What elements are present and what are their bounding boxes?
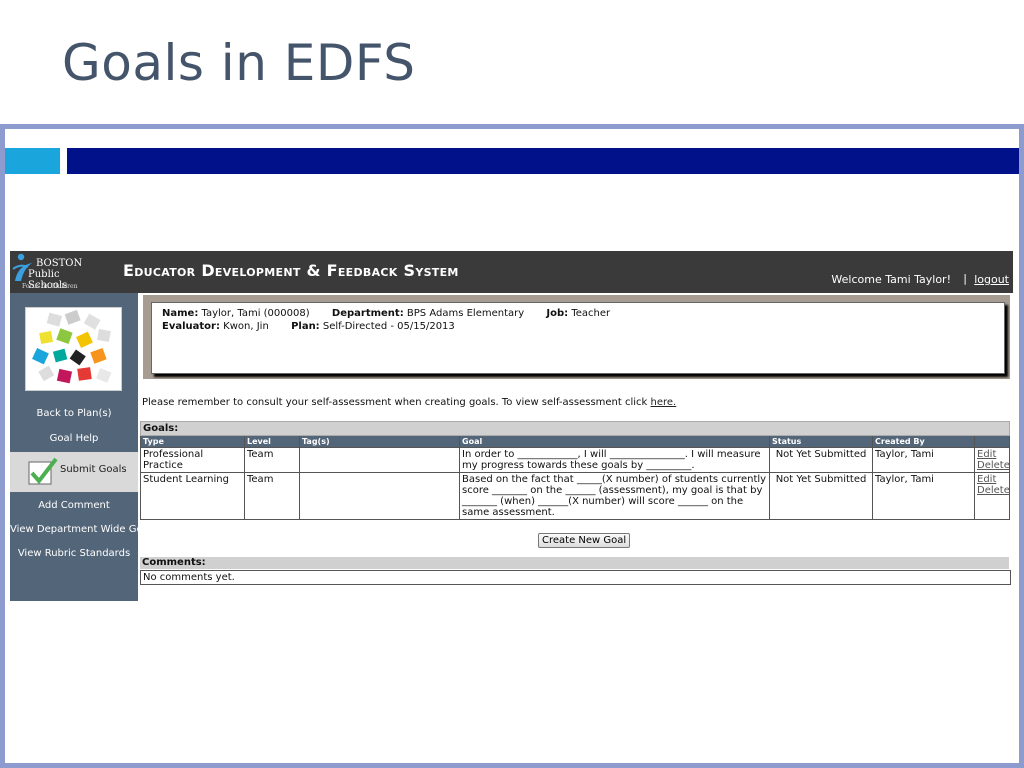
goal-actions: Edit Delete <box>973 447 1011 473</box>
column-header-tags: Tag(s) <box>299 435 460 448</box>
goals-section-title: Goals: <box>139 421 1011 436</box>
educator-info-panel: Name: Taylor, Tami (000008) Department: … <box>143 295 1010 379</box>
column-header-actions <box>973 435 1011 448</box>
goal-created-by: Taylor, Tami <box>872 447 975 473</box>
slide-title: Goals in EDFS <box>62 34 416 92</box>
educator-info-box: Name: Taylor, Tami (000008) Department: … <box>151 302 1005 374</box>
job-label: Job: <box>546 308 569 319</box>
accent-bar-light <box>5 148 60 174</box>
goal-text: In order to ____________, I will _______… <box>459 447 770 473</box>
info-row-1: Name: Taylor, Tami (000008) Department: … <box>162 308 610 319</box>
goal-status: Not Yet Submitted <box>769 447 873 473</box>
logo-line-1: BOSTON <box>36 258 83 269</box>
sidebar-item-view-rubric-standards[interactable]: View Rubric Standards <box>10 548 138 559</box>
table-row: Student Learning Team Based on the fact … <box>140 472 1011 520</box>
goal-created-by: Taylor, Tami <box>872 472 975 520</box>
job-value: Teacher <box>571 308 611 319</box>
goal-tags <box>299 447 460 473</box>
goals-table: Goals: Type Level Tag(s) Goal Status Cre… <box>139 421 1011 520</box>
department-value: BPS Adams Elementary <box>406 308 525 319</box>
goal-type: Student Learning <box>140 472 245 520</box>
column-header-status: Status <box>769 435 873 448</box>
logout-link[interactable]: logout <box>974 273 1009 286</box>
header-separator: | <box>963 272 967 285</box>
welcome-text: Welcome Tami Taylor! <box>831 273 951 286</box>
column-header-goal: Goal <box>459 435 770 448</box>
puzzle-pieces-icon <box>32 309 112 384</box>
self-assessment-link[interactable]: here. <box>651 397 677 408</box>
sidebar: Back to Plan(s) Goal Help Submit Goals A… <box>10 293 157 601</box>
goal-tags <box>299 472 460 520</box>
reminder-text: Please remember to consult your self-ass… <box>142 397 651 408</box>
puzzle-image <box>25 307 122 391</box>
goal-level: Team <box>244 447 300 473</box>
info-row-2: Evaluator: Kwon, Jin Plan: Self-Directed… <box>162 321 455 332</box>
edit-link[interactable]: Edit <box>977 449 1007 460</box>
self-assessment-reminder: Please remember to consult your self-ass… <box>142 397 676 408</box>
sidebar-item-view-department-goals[interactable]: View Department Wide Goals <box>10 524 157 535</box>
logo-line-3: Focus on Children <box>22 283 78 290</box>
goal-actions: Edit Delete <box>973 472 1011 520</box>
evaluator-label: Evaluator: <box>162 321 220 332</box>
sidebar-item-add-comment[interactable]: Add Comment <box>10 500 138 511</box>
sidebar-item-submit-goals[interactable]: Submit Goals <box>10 452 138 492</box>
delete-link[interactable]: Delete <box>977 485 1010 496</box>
goal-status: Not Yet Submitted <box>769 472 873 520</box>
delete-link[interactable]: Delete <box>977 460 1010 471</box>
app-header: BOSTON Public Schools Focus on Children … <box>10 251 1013 293</box>
column-header-type: Type <box>140 435 245 448</box>
comments-section-title: Comments: <box>140 557 1009 569</box>
department-label: Department: <box>331 308 404 319</box>
sidebar-item-goal-help[interactable]: Goal Help <box>10 433 138 444</box>
plan-value: Self-Directed - 05/15/2013 <box>322 321 455 332</box>
plan-label: Plan: <box>291 321 320 332</box>
goal-text: Based on the fact that _____(X number) o… <box>459 472 770 520</box>
bps-logo: BOSTON Public Schools Focus on Children <box>10 251 88 293</box>
sidebar-item-back-to-plans[interactable]: Back to Plan(s) <box>10 408 138 419</box>
edit-link[interactable]: Edit <box>977 474 1007 485</box>
comments-body: No comments yet. <box>140 570 1011 585</box>
edfs-app-screenshot: BOSTON Public Schools Focus on Children … <box>10 251 1013 601</box>
accent-bar-dark <box>67 148 1019 174</box>
evaluator-value: Kwon, Jin <box>223 321 269 332</box>
goal-type: Professional Practice <box>140 447 245 473</box>
name-value: Taylor, Tami (000008) <box>201 308 310 319</box>
sidebar-item-label: Submit Goals <box>60 464 127 475</box>
column-header-level: Level <box>244 435 300 448</box>
goal-level: Team <box>244 472 300 520</box>
app-title: Educator Development & Feedback System <box>123 261 459 280</box>
column-header-created-by: Created By <box>872 435 975 448</box>
create-new-goal-button[interactable]: Create New Goal <box>538 533 631 548</box>
table-row: Professional Practice Team In order to _… <box>140 447 1011 473</box>
name-label: Name: <box>162 308 199 319</box>
checkmark-icon <box>28 457 58 485</box>
